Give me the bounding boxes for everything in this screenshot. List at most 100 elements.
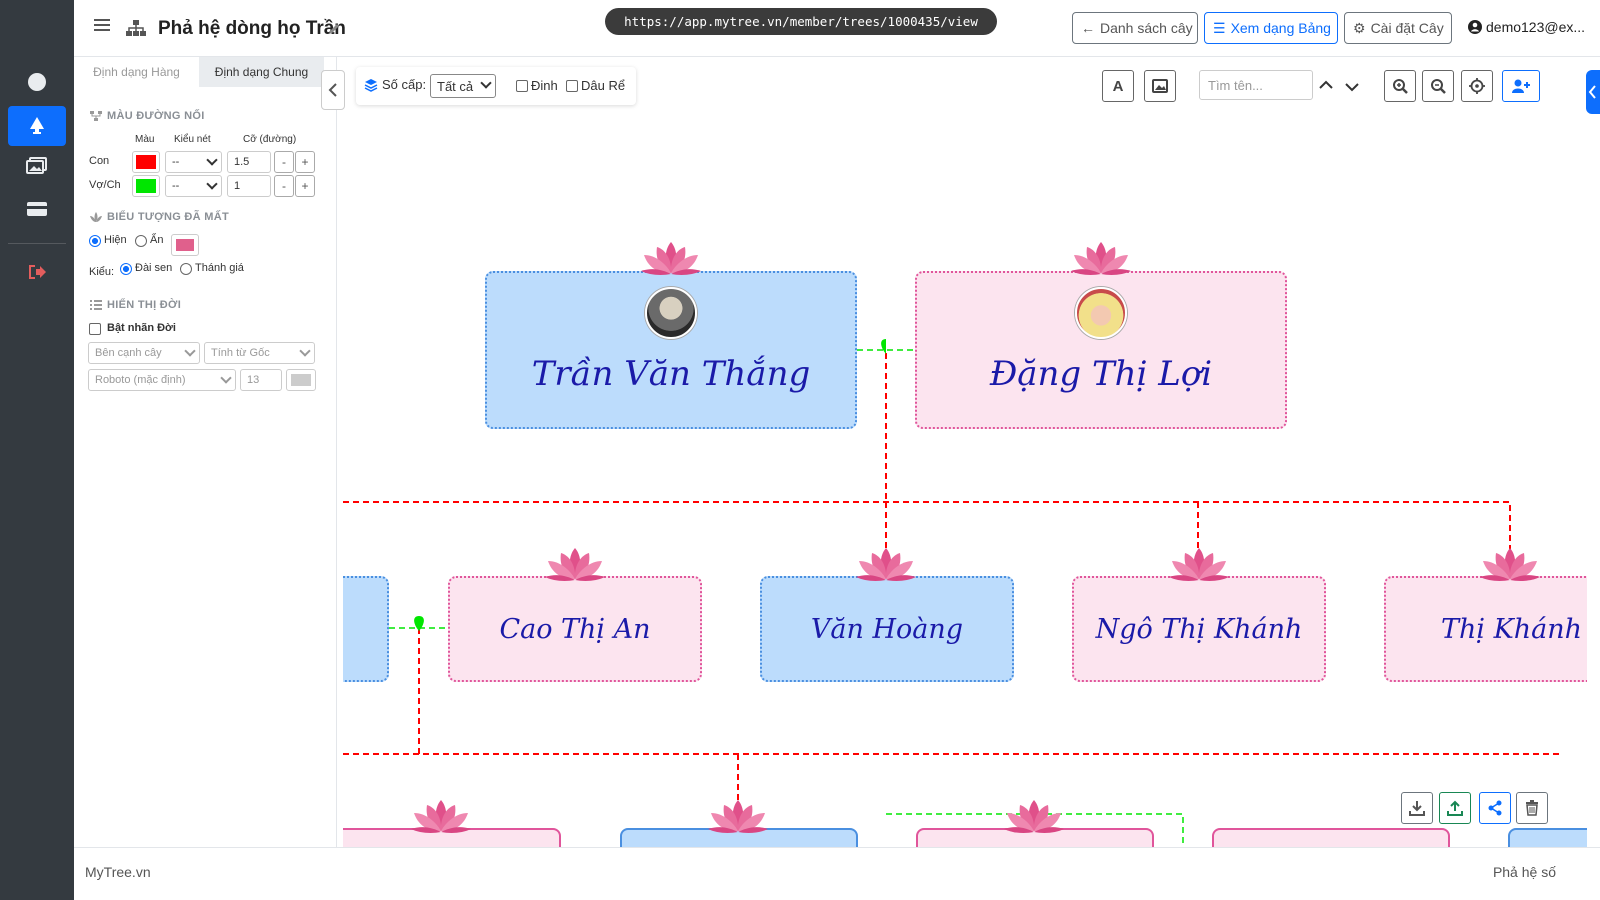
lotus-icon: [545, 548, 605, 581]
generation-font-select[interactable]: Roboto (mặc định): [88, 369, 236, 391]
tree-node-member[interactable]: Cao Thị An: [448, 576, 702, 682]
lotus-icon: [1004, 800, 1064, 833]
deceased-show-label: Hiện: [104, 234, 127, 246]
app-rail: [0, 0, 74, 900]
deceased-hide-radio[interactable]: [135, 235, 147, 247]
chevron-down-icon: [206, 178, 218, 190]
tree-node-member-partial[interactable]: [343, 576, 389, 682]
arrow-left-icon: ←: [1081, 20, 1095, 36]
child-size-plus-button[interactable]: +: [295, 151, 315, 173]
avatar: [1075, 287, 1127, 339]
rail-tree-icon[interactable]: [8, 106, 66, 146]
download-button[interactable]: [1401, 792, 1433, 824]
spouse-size-minus-button[interactable]: -: [274, 175, 294, 197]
upload-icon: [1447, 800, 1463, 816]
rail-gallery-icon[interactable]: [8, 146, 66, 186]
col-color-header: Màu: [135, 134, 155, 145]
deceased-kind-label: Kiểu:: [89, 266, 115, 278]
levels-select[interactable]: Tất cả: [430, 74, 496, 98]
levels-label: Số cấp:: [364, 77, 426, 92]
zoom-out-icon: [1431, 79, 1446, 94]
tree-node-member[interactable]: Thị Khánh T: [1384, 576, 1587, 682]
spouse-line-size-input[interactable]: 1: [227, 175, 271, 197]
tree-node-member[interactable]: Ngô Thị Khánh: [1072, 576, 1326, 682]
zoom-out-button[interactable]: [1422, 70, 1454, 102]
rail-logout-icon[interactable]: [8, 252, 66, 292]
altar-label: Thánh giá: [195, 262, 244, 274]
table-view-button[interactable]: ☰ Xem dạng Bảng: [1204, 12, 1338, 44]
tab-general-format[interactable]: Định dạng Chung: [199, 57, 324, 87]
child-line-color-picker[interactable]: [132, 151, 160, 173]
delete-button[interactable]: [1516, 792, 1548, 824]
user-circle-icon: [1468, 20, 1482, 34]
font-button[interactable]: A: [1102, 70, 1134, 102]
altar-radio[interactable]: [180, 263, 192, 275]
chevron-down-icon: [220, 372, 232, 384]
deceased-show-radio[interactable]: [89, 235, 101, 247]
spouse-heart-icon: [881, 339, 891, 354]
tree-node-member[interactable]: Trần Văn Thắng: [485, 271, 857, 429]
share-icon: [1488, 800, 1502, 816]
tree-canvas[interactable]: Số cấp: Tất cả Đinh Dâu Rể A Tìm tên... …: [343, 57, 1587, 847]
generation-label-text: Bật nhãn Đời: [107, 322, 176, 334]
search-input[interactable]: Tìm tên...: [1199, 70, 1313, 100]
tab-row-format[interactable]: Định dạng Hàng: [74, 57, 199, 87]
crosshair-icon: [1469, 78, 1485, 94]
lotus-radio[interactable]: [120, 263, 132, 275]
tree-node-member-partial[interactable]: [1212, 828, 1450, 847]
lotus-icon: [1169, 548, 1229, 581]
footer-right-text: Phả hệ số: [1492, 864, 1556, 880]
deceased-hide-label: Ẩn: [150, 234, 164, 246]
next-result-button[interactable]: [1345, 79, 1359, 97]
child-size-minus-button[interactable]: -: [274, 151, 294, 173]
col-size-header: Cỡ (đường): [243, 134, 297, 145]
lotus-icon: [411, 800, 471, 833]
child-line-style-select[interactable]: --: [165, 151, 222, 173]
rail-card-icon[interactable]: [8, 189, 66, 229]
spouse-line-color-picker[interactable]: [132, 175, 160, 197]
add-member-button[interactable]: [1502, 70, 1540, 102]
share-button[interactable]: [1479, 792, 1511, 824]
child-line-size-input[interactable]: 1.5: [227, 151, 271, 173]
right-panel-toggle[interactable]: [1586, 70, 1600, 114]
generation-color-picker[interactable]: [286, 369, 316, 391]
sitemap-small-icon: [90, 111, 102, 121]
spouse-line-style-select[interactable]: --: [165, 175, 222, 197]
prev-result-button[interactable]: [1319, 77, 1333, 95]
footer-brand: MyTree.vn: [85, 864, 151, 880]
tree-node-member[interactable]: Đặng Thị Lợi: [915, 271, 1287, 429]
hamburger-icon[interactable]: [94, 18, 110, 37]
layers-icon: [364, 78, 378, 92]
deceased-color-picker[interactable]: [171, 234, 199, 256]
user-menu[interactable]: demo123@ex...: [1468, 19, 1585, 35]
upload-button[interactable]: [1439, 792, 1471, 824]
chevron-left-icon: [1588, 85, 1596, 99]
in-law-checkbox[interactable]: [566, 80, 578, 92]
generation-position-select[interactable]: Bên cạnh cây: [88, 342, 200, 364]
page-title: Phả hệ dòng họ Trần: [158, 18, 346, 39]
zoom-in-button[interactable]: [1384, 70, 1416, 102]
image-toggle-button[interactable]: [1144, 70, 1176, 102]
sitemap-icon: [125, 19, 147, 42]
edit-title-icon[interactable]: [327, 22, 341, 41]
tree-node-member[interactable]: Văn Hoàng: [760, 576, 1014, 682]
generation-label-checkbox[interactable]: [89, 323, 101, 335]
pin-checkbox[interactable]: [516, 80, 528, 92]
avatar: [645, 287, 697, 339]
tree-list-button[interactable]: ← Danh sách cây: [1072, 12, 1198, 44]
lotus-icon: [708, 800, 768, 833]
chevron-down-icon: [206, 154, 218, 166]
spouse-size-plus-button[interactable]: +: [295, 175, 315, 197]
collapse-sidebar-button[interactable]: [321, 70, 345, 110]
lotus-icon: [856, 548, 916, 581]
footer: MyTree.vn Phả hệ số: [74, 847, 1600, 900]
rail-home-icon[interactable]: [8, 62, 66, 102]
trash-icon: [1526, 800, 1538, 816]
generation-section: HIỂN THỊ ĐỜI: [90, 299, 181, 311]
tree-node-member-partial[interactable]: [1508, 828, 1587, 847]
tree-settings-button[interactable]: ⚙ Cài đặt Cây: [1344, 12, 1452, 44]
center-button[interactable]: [1461, 70, 1493, 102]
download-icon: [1409, 801, 1425, 816]
generation-from-select[interactable]: Tính từ Gốc: [204, 342, 315, 364]
generation-size-input[interactable]: 13: [240, 369, 282, 391]
